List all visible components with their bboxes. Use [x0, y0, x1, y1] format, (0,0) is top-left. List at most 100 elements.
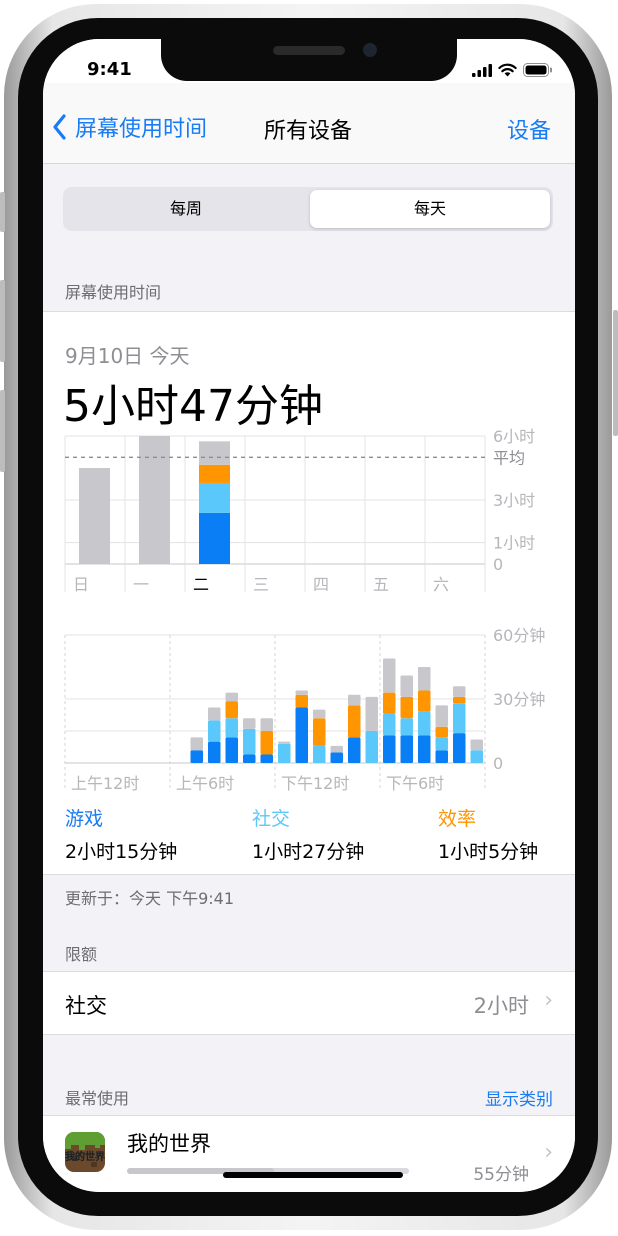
- side-button-mute: [0, 192, 5, 232]
- hourly-bar-segment: [330, 752, 343, 763]
- limit-value: 2小时: [473, 994, 529, 1018]
- daily-bar-segment: [79, 468, 110, 564]
- legend-social-label: 社交: [252, 808, 291, 830]
- legend-productivity-value: 1小时5分钟: [438, 841, 539, 863]
- speaker: [273, 46, 345, 55]
- status-icons: [472, 63, 553, 77]
- legend-social: 社交 1小时27分钟: [252, 804, 412, 864]
- legend-games: 游戏 2小时15分钟: [65, 804, 225, 864]
- daily-x-tick-label: 五: [373, 575, 389, 594]
- hourly-bar-segment: [400, 696, 413, 719]
- minecraft-app-icon: 我的世界: [65, 1132, 105, 1172]
- hourly-x-tick-label: 下午12时: [281, 774, 349, 793]
- hourly-bar-segment: [453, 686, 466, 697]
- daily-bar-segment: [199, 482, 230, 513]
- hourly-bar-segment: [435, 726, 448, 738]
- grass-block-icon: 我的世界: [65, 1132, 105, 1172]
- updated-timestamp: 更新于：今天 下午9:41: [65, 889, 235, 908]
- hourly-bar-segment: [208, 741, 221, 763]
- hourly-bar-segment: [348, 737, 361, 763]
- hourly-bar-segment: [418, 735, 431, 763]
- hourly-bar-segment: [225, 692, 238, 702]
- daily-bar-segment: [199, 441, 230, 465]
- hourly-x-tick-label: 下午6时: [386, 774, 444, 793]
- section-header-screen-time: 屏幕使用时间: [65, 283, 162, 302]
- hourly-bar-segment: [383, 735, 396, 763]
- battery-icon: [523, 63, 552, 77]
- notch: [161, 39, 457, 81]
- hourly-bar-segment: [243, 728, 256, 755]
- navigation-bar: 屏幕使用时间 所有设备 设备: [43, 83, 575, 164]
- daily-x-tick-label: 三: [253, 575, 269, 594]
- hourly-bar-segment: [260, 718, 273, 731]
- section-header-most-used: 最常使用: [65, 1089, 130, 1108]
- side-button-volume-up: [0, 280, 5, 362]
- app-row-minecraft[interactable]: 我的世界 我的世界 55分钟 ›: [43, 1115, 575, 1192]
- hourly-bar-segment: [330, 745, 343, 753]
- hourly-bar-segment: [313, 709, 326, 719]
- chevron-right-icon: ›: [544, 1140, 553, 1165]
- home-indicator: [223, 1172, 403, 1178]
- hourly-bar-segment: [208, 707, 221, 721]
- chevron-right-icon: ›: [544, 988, 553, 1013]
- hourly-bar-segment: [243, 718, 256, 729]
- hourly-bar-segment: [470, 739, 483, 751]
- page-title: 所有设备: [263, 119, 352, 144]
- daily-y-tick-label: 0: [493, 555, 503, 574]
- hourly-bar-segment: [348, 694, 361, 706]
- hourly-bar-segment: [295, 707, 308, 763]
- daily-x-tick-label: 四: [313, 575, 329, 594]
- hourly-bar-segment: [243, 754, 256, 763]
- cellular-signal-icon: [472, 64, 492, 77]
- hourly-bar-segment: [278, 741, 291, 744]
- hourly-bar-segment: [190, 750, 203, 763]
- daily-y-tick-label: 平均: [493, 448, 525, 467]
- daily-bar-segment: [199, 464, 230, 483]
- hourly-y-tick-label: 30分钟: [493, 690, 545, 709]
- hourly-bar-segment: [225, 737, 238, 763]
- limit-label: 社交: [65, 994, 107, 1018]
- hourly-bar-segment: [400, 675, 413, 697]
- devices-button[interactable]: 设备: [507, 113, 551, 145]
- daily-x-tick-label: 日: [73, 575, 89, 594]
- period-segmented-control: 每周 每天: [63, 187, 553, 231]
- legend-productivity-label: 效率: [438, 808, 477, 830]
- status-time: 9:41: [87, 59, 132, 80]
- segment-daily[interactable]: 每天: [310, 190, 550, 228]
- hourly-bar-segment: [383, 713, 396, 736]
- hourly-bar-segment: [453, 703, 466, 734]
- hourly-bar-segment: [295, 694, 308, 708]
- section-header-limits: 限额: [65, 945, 98, 964]
- hourly-bar-segment: [400, 735, 413, 763]
- segment-weekly[interactable]: 每周: [66, 190, 306, 228]
- hourly-bar-segment: [365, 731, 378, 763]
- daily-bar-segment: [139, 436, 170, 564]
- side-button-power: [613, 310, 618, 436]
- usage-card: 9月10日 今天 5小时47分钟 日一二三四五六 6小时 平均 3小时 1小时 0 上午12…: [43, 311, 575, 875]
- hourly-bar-segment: [313, 745, 326, 763]
- legend-productivity: 效率 1小时5分钟: [438, 804, 575, 864]
- hourly-bar-segment: [435, 705, 448, 727]
- hourly-bar-segment: [260, 731, 273, 755]
- app-icon-text: 我的世界: [65, 1150, 105, 1163]
- hourly-bar-segment: [418, 711, 431, 736]
- hourly-bar-segment: [225, 701, 238, 719]
- hourly-bar-segment: [435, 750, 448, 763]
- app-name: 我的世界: [127, 1132, 211, 1156]
- hourly-bar-segment: [208, 720, 221, 742]
- hourly-bar-segment: [435, 737, 448, 751]
- legend-games-value: 2小时15分钟: [65, 841, 178, 863]
- hourly-bar-segment: [383, 658, 396, 693]
- hourly-y-tick-label: 0: [493, 754, 503, 773]
- hourly-bar-segment: [453, 696, 466, 704]
- usage-charts: 日 一 二 三 四 五 六 6小时平均 3小时 1小时 0 上午12时 上午6时 下午12时 下午6时 60分…: [64, 427, 545, 793]
- legend-social-value: 1小时27分钟: [252, 841, 365, 863]
- hourly-x-tick-label: 上午12时: [71, 774, 139, 793]
- hourly-bar-segment: [295, 690, 308, 695]
- hourly-bar-segment: [418, 667, 431, 691]
- show-categories-link[interactable]: 显示类别: [485, 1085, 553, 1110]
- hourly-x-tick-label: 上午6时: [176, 774, 234, 793]
- daily-y-tick-label: 1小时: [493, 534, 535, 553]
- limit-row-social[interactable]: 社交 2小时 ›: [43, 971, 575, 1035]
- daily-y-tick-label: 6小时: [493, 427, 535, 446]
